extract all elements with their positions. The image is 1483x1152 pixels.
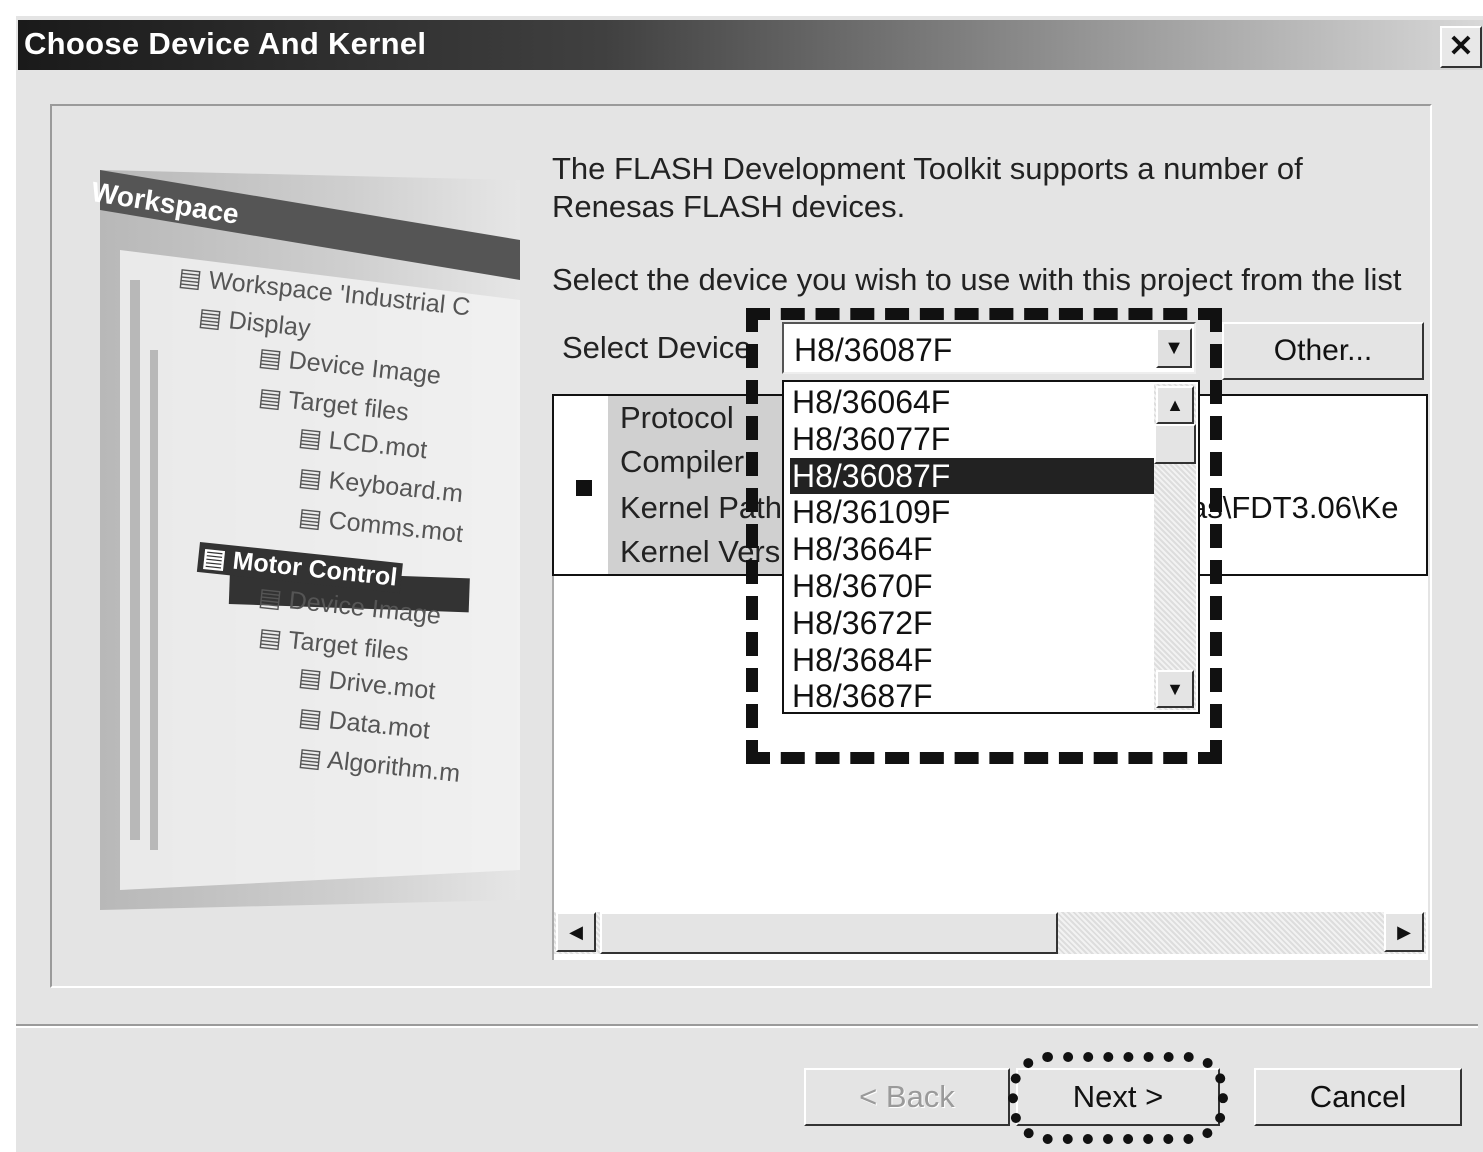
file-icon: ▤ [296, 462, 331, 495]
file-icon: ▤ [256, 622, 290, 654]
tree-item-label: Target files [286, 626, 411, 667]
tree-item-label: LCD.mot [327, 426, 429, 465]
tree-item: ▤ Data.mot [297, 702, 431, 746]
back-button[interactable]: < Back [804, 1068, 1010, 1126]
file-icon: ▤ [176, 262, 211, 295]
next-highlight-ring [1008, 1052, 1228, 1144]
info-label-compiler: Compiler [620, 444, 745, 479]
tree-item-label: Drive.mot [327, 666, 437, 706]
window-title: Choose Device And Kernel [24, 26, 427, 61]
tree-item-label: Display [227, 306, 312, 343]
file-icon: ▤ [296, 662, 331, 695]
tree-item-label: Target files [286, 386, 411, 427]
info-label-protocol: Protocol [620, 400, 734, 435]
intro-text: The FLASH Development Toolkit supports a… [552, 151, 1303, 224]
file-icon: ▤ [296, 742, 329, 774]
tree-item: ▤ Drive.mot [297, 662, 437, 706]
tree-item: ▤ Algorithm.m [297, 742, 462, 789]
other-button[interactable]: Other... [1222, 322, 1424, 380]
file-icon: ▤ [296, 502, 331, 535]
separator [16, 1024, 1478, 1028]
tree-item: ▤ LCD.mot [297, 422, 429, 465]
file-icon: ▤ [256, 342, 291, 375]
tree-item-label: Keyboard.m [327, 466, 465, 509]
instruction-text: Select the device you wish to use with t… [552, 262, 1402, 297]
close-button[interactable]: ✕ [1440, 26, 1482, 68]
tree-item: ▤ Keyboard.m [297, 462, 465, 509]
file-icon: ▤ [296, 702, 331, 735]
scroll-right-icon[interactable]: ▶ [1384, 912, 1424, 952]
file-icon: ▤ [256, 582, 291, 615]
horizontal-scroll-thumb[interactable] [600, 912, 1058, 954]
tree-item-label: Algorithm.m [325, 746, 462, 788]
file-icon: ▤ [200, 543, 235, 575]
tree-item: ▤ Comms.mot [297, 502, 465, 549]
file-icon: ▤ [296, 422, 331, 455]
tree-item: ▤ Display [197, 302, 312, 344]
tree-item-label: Device Image [287, 346, 443, 391]
select-device-label: Select Device [562, 330, 752, 365]
highlight-box [746, 308, 1222, 764]
bullet-icon [576, 480, 592, 496]
cancel-button[interactable]: Cancel [1254, 1068, 1462, 1126]
tree-item: ▤ Target files [257, 382, 410, 428]
tree-item-label: Comms.mot [327, 506, 465, 549]
tree-item: ▤ Target files [257, 622, 410, 668]
tree-item-label: Data.mot [327, 706, 432, 745]
tree-item-label: Motor Control [231, 546, 399, 592]
tree-item-label: Device Image [287, 586, 443, 631]
scroll-left-icon[interactable]: ◀ [556, 912, 596, 952]
close-icon: ✕ [1448, 30, 1474, 63]
file-icon: ▤ [256, 382, 290, 414]
workspace-tree: ▤ Workspace 'Industrial C ▤ Display ▤ Devi… [176, 262, 520, 822]
file-icon: ▤ [196, 302, 231, 335]
